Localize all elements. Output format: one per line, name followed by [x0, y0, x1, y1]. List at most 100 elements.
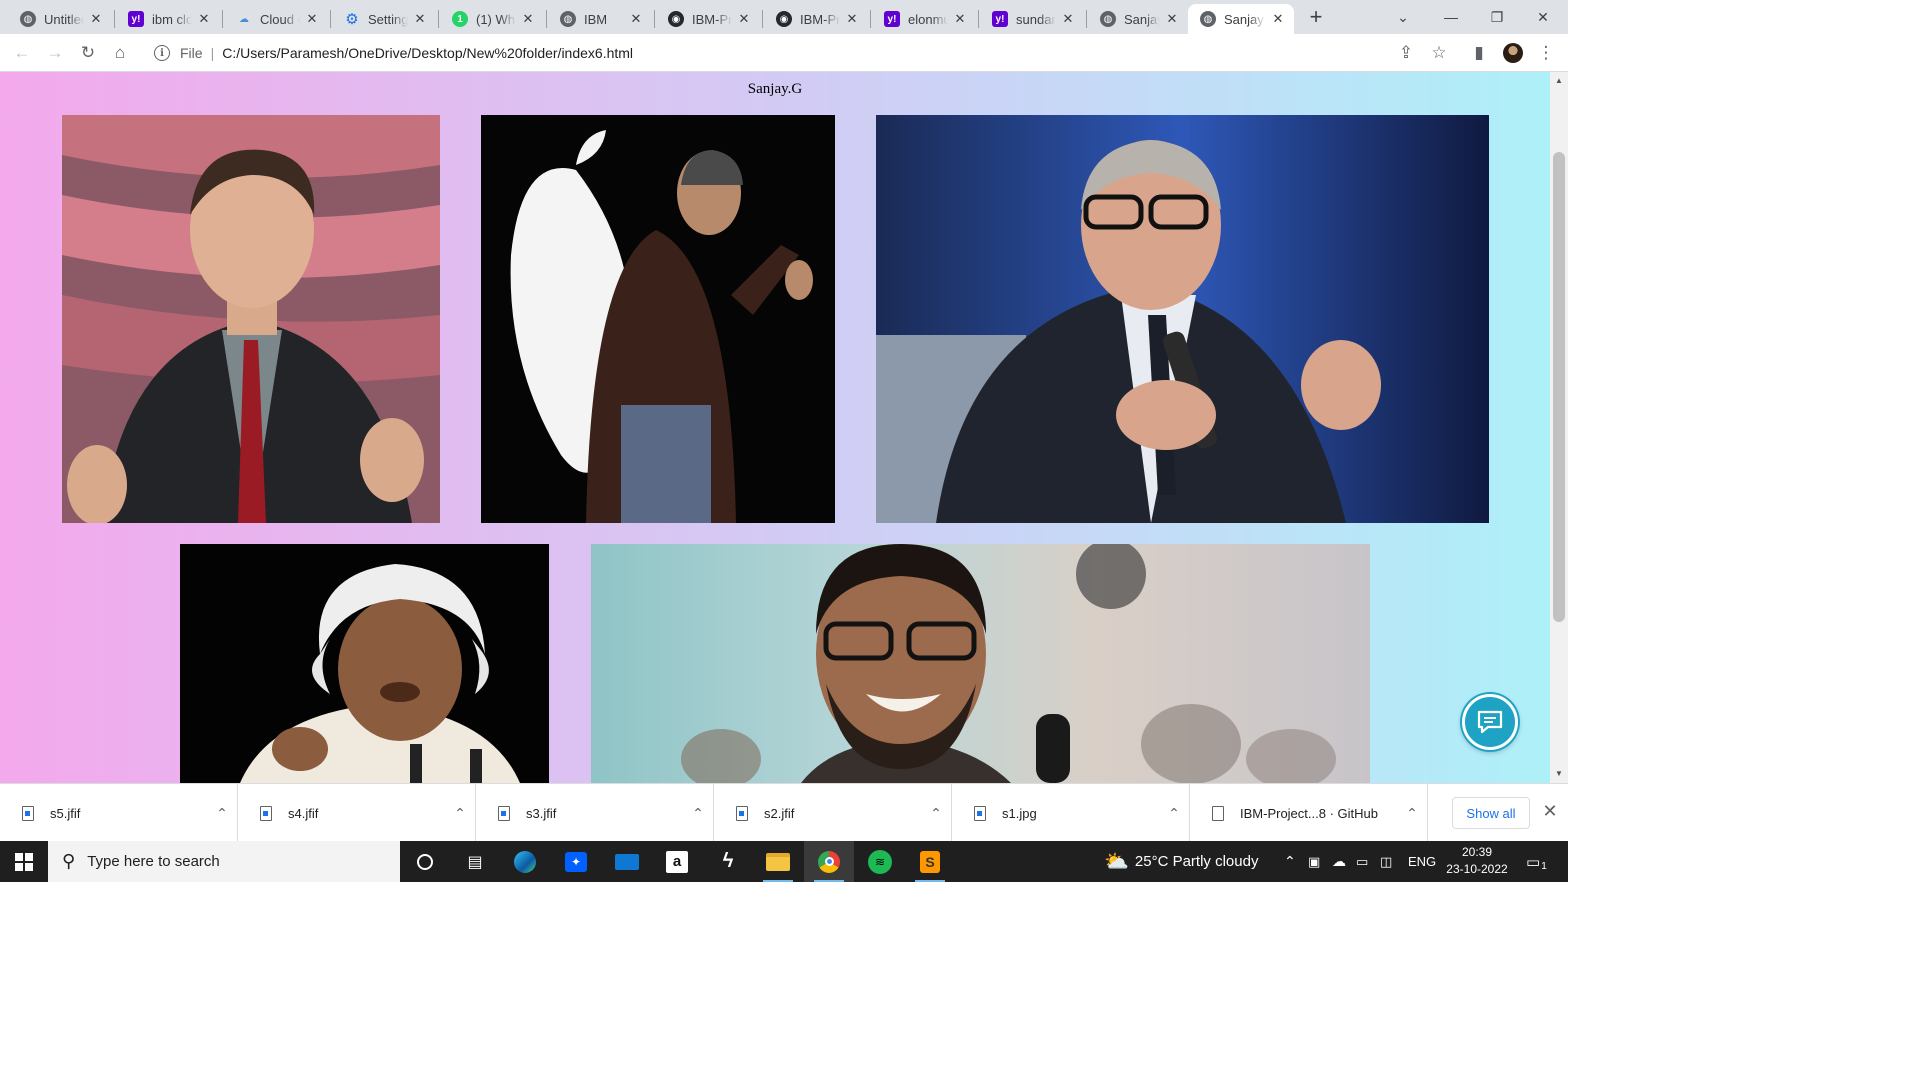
page-viewport: Sanjay.G — [0, 72, 1550, 783]
notification-center-icon[interactable]: ▭ 1 — [1526, 841, 1547, 882]
taskbar-search-box[interactable]: ⚲ Type here to search — [48, 841, 400, 882]
bookmark-star-icon[interactable]: ☆ — [1427, 41, 1451, 65]
restore-button[interactable]: ❐ — [1474, 0, 1520, 34]
close-tab-icon[interactable]: ✕ — [520, 11, 536, 27]
dropbox-icon[interactable]: ✦ — [551, 841, 601, 882]
tab-cloud[interactable]: ☁ Cloud C ✕ — [224, 4, 328, 34]
meet-now-icon[interactable]: ▣ — [1308, 841, 1320, 882]
download-item[interactable]: IBM-Project...8 · GitHub ⌃ — [1190, 784, 1428, 842]
chevron-up-icon[interactable]: ⌃ — [1397, 805, 1427, 822]
taskbar-clock[interactable]: 20:39 23-10-2022 — [1438, 844, 1516, 878]
tab-ibm-project-2[interactable]: ◉ IBM-Pro ✕ — [764, 4, 868, 34]
image-file-icon — [260, 805, 272, 821]
info-icon[interactable]: i — [154, 45, 170, 61]
amazon-icon[interactable]: a — [652, 841, 702, 882]
scroll-thumb[interactable] — [1553, 152, 1565, 622]
menu-kebab-icon[interactable]: ⋮ — [1534, 41, 1558, 65]
close-tab-icon[interactable]: ✕ — [88, 11, 104, 27]
mail-icon[interactable] — [602, 841, 652, 882]
chevron-up-icon[interactable]: ⌃ — [921, 805, 951, 822]
cortana-icon[interactable] — [400, 841, 450, 882]
scroll-up-arrow-icon[interactable]: ▲ — [1554, 76, 1564, 86]
photo-steve-jobs — [481, 115, 835, 523]
onedrive-icon[interactable]: ☁ — [1332, 841, 1346, 882]
close-tab-icon[interactable]: ✕ — [1270, 11, 1286, 27]
tab-untitled[interactable]: ◍ Untitled ✕ — [8, 4, 112, 34]
close-tab-icon[interactable]: ✕ — [196, 11, 212, 27]
spotify-icon[interactable]: ≋ — [855, 841, 905, 882]
windows-taskbar: ⚲ Type here to search ▤ ✦ a ϟ ≋ S ⛅ 25°C… — [0, 841, 1568, 882]
image-file-icon — [22, 805, 34, 821]
back-arrow-icon[interactable]: ← — [10, 41, 34, 65]
chat-bubble-button[interactable] — [1462, 694, 1518, 750]
profile-avatar[interactable] — [1503, 43, 1523, 63]
close-window-button[interactable]: ✕ — [1520, 0, 1566, 34]
tab-sundar[interactable]: y! sundar ✕ — [980, 4, 1084, 34]
language-indicator[interactable]: ENG — [1408, 841, 1436, 882]
weather-text: 25°C Partly cloudy — [1134, 853, 1259, 870]
share-icon[interactable]: ⇪ — [1394, 41, 1418, 65]
download-item[interactable]: s4.jfif ⌃ — [238, 784, 476, 842]
github-icon: ◉ — [776, 11, 792, 27]
windows-logo-icon — [15, 852, 33, 871]
show-all-downloads-button[interactable]: Show all — [1452, 797, 1530, 829]
page-heading: Sanjay.G — [747, 81, 803, 97]
url-text[interactable]: C:/Users/Paramesh/OneDrive/Desktop/New%2… — [222, 45, 633, 61]
tab-sanjay-active[interactable]: ◍ Sanjay ✕ — [1188, 4, 1294, 34]
tab-whatsapp[interactable]: 1 (1) WhatsApp ✕ — [440, 4, 544, 34]
page-scrollbar[interactable]: ▲ ▼ — [1550, 72, 1568, 783]
taskbar-search-placeholder: Type here to search — [87, 853, 220, 870]
tab-ibm-cloud[interactable]: y! ibm cloud ✕ — [116, 4, 220, 34]
file-explorer-icon[interactable] — [753, 841, 803, 882]
network-icon[interactable]: ◫ — [1380, 841, 1392, 882]
download-item[interactable]: s2.jfif ⌃ — [714, 784, 952, 842]
show-hidden-icons-chevron-icon[interactable]: ⌃ — [1284, 841, 1296, 882]
chrome-browser-icon[interactable] — [804, 841, 854, 882]
sublime-text-icon[interactable]: S — [905, 841, 955, 882]
close-tab-icon[interactable]: ✕ — [736, 11, 752, 27]
tab-ibm[interactable]: ◍ IBM ✕ — [548, 4, 652, 34]
clock-time: 20:39 — [1461, 845, 1493, 859]
whatsapp-icon: 1 — [452, 11, 468, 27]
tab-sanjay-1[interactable]: ◍ Sanjay ✕ — [1088, 4, 1188, 34]
chevron-up-icon[interactable]: ⌃ — [1159, 805, 1189, 822]
scroll-down-arrow-icon[interactable]: ▼ — [1554, 769, 1564, 779]
windows-start-button[interactable] — [0, 841, 48, 882]
home-icon[interactable]: ⌂ — [108, 41, 132, 65]
download-item[interactable]: s5.jfif ⌃ — [0, 784, 238, 842]
close-tab-icon[interactable]: ✕ — [844, 11, 860, 27]
chevron-up-icon[interactable]: ⌃ — [683, 805, 713, 822]
close-tab-icon[interactable]: ✕ — [1060, 11, 1076, 27]
close-tab-icon[interactable]: ✕ — [628, 11, 644, 27]
battery-icon[interactable]: ▭ — [1356, 841, 1368, 882]
chevron-up-icon[interactable]: ⌃ — [207, 805, 237, 822]
clock-date: 23-10-2022 — [1446, 862, 1508, 876]
edge-browser-icon[interactable] — [500, 841, 550, 882]
download-item[interactable]: s3.jfif ⌃ — [476, 784, 714, 842]
tab-settings[interactable]: ⚙ Settings ✕ — [332, 4, 436, 34]
close-download-shelf-icon[interactable]: ✕ — [1540, 801, 1560, 821]
github-icon: ◉ — [668, 11, 684, 27]
close-tab-icon[interactable]: ✕ — [412, 11, 428, 27]
close-tab-icon[interactable]: ✕ — [304, 11, 320, 27]
tab-elonmusk[interactable]: y! elonmu ✕ — [872, 4, 976, 34]
download-item[interactable]: s1.jpg ⌃ — [952, 784, 1190, 842]
address-bar[interactable]: i File | C:/Users/Paramesh/OneDrive/Desk… — [144, 38, 1464, 68]
reload-icon[interactable]: ↻ — [76, 41, 100, 65]
minimize-button[interactable]: — — [1428, 0, 1474, 34]
task-view-icon[interactable]: ▤ — [450, 841, 500, 882]
url-scheme: File — [180, 45, 203, 61]
forward-arrow-icon[interactable]: → — [43, 41, 67, 65]
partly-cloudy-icon: ⛅ — [1104, 851, 1129, 873]
weather-widget[interactable]: ⛅ 25°C Partly cloudy — [1104, 841, 1258, 882]
photo-apj-abdul-kalam — [180, 544, 549, 783]
mobile-app-icon[interactable]: ϟ — [703, 841, 753, 882]
new-tab-button[interactable]: + — [1304, 6, 1328, 30]
side-panel-icon[interactable]: ▮ — [1467, 41, 1491, 65]
chevron-up-icon[interactable]: ⌃ — [445, 805, 475, 822]
tab-search-chevron-icon[interactable]: ⌄ — [1380, 0, 1426, 34]
tab-ibm-project-1[interactable]: ◉ IBM-Pro ✕ — [656, 4, 760, 34]
close-tab-icon[interactable]: ✕ — [952, 11, 968, 27]
photo-elon-musk — [62, 115, 440, 523]
close-tab-icon[interactable]: ✕ — [1164, 11, 1180, 27]
